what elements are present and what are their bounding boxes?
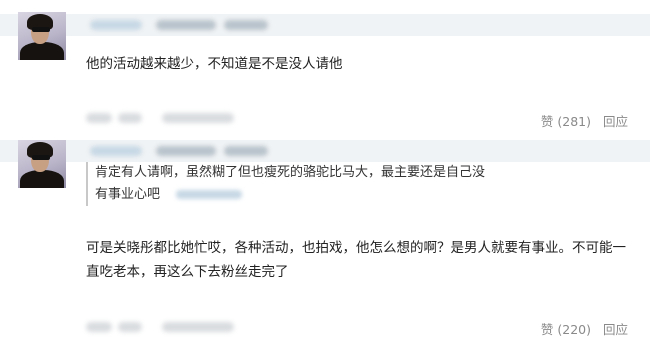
comment-text-line-2: 直吃老本，再这么下去粉丝走完了 [86, 264, 289, 280]
reply-button[interactable]: 回应 [603, 111, 628, 130]
comment-item: 他的活动越来越少，不知道是不是没人请他 赞 (281) 回应 [0, 0, 650, 136]
comment-text: 可是关晓彤都比她忙哎，各种活动，也拍戏，他怎么想的啊？是男人就要有事业。不可能一… [86, 236, 631, 284]
quote-line-1: 肯定有人请啊，虽然糊了但也瘦死的骆驼比马大，最主要还是自己没 [95, 165, 486, 180]
comment-footer-blurred [86, 320, 386, 334]
date-blurred [156, 20, 216, 30]
comment-meta-bar [0, 14, 650, 36]
comment-text: 他的活动越来越少，不知道是不是没人请他 [86, 56, 343, 72]
like-button[interactable]: 赞 (281) [541, 111, 591, 130]
reply-button[interactable]: 回应 [603, 319, 628, 338]
time-blurred [224, 20, 268, 30]
avatar[interactable] [18, 140, 66, 188]
comment-actions: 赞 (220) 回应 [541, 319, 628, 338]
comment-footer-blurred [86, 111, 386, 125]
comment-item: 肯定有人请啊，虽然糊了但也瘦死的骆驼比马大，最主要还是自己没 有事业心吧 可是关… [0, 136, 650, 338]
quote-line-2: 有事业心吧 [95, 187, 161, 202]
comment-meta-bar [0, 140, 650, 162]
avatar[interactable] [18, 12, 66, 60]
username-blurred[interactable] [90, 146, 142, 156]
comment-text-line-1: 可是关晓彤都比她忙哎，各种活动，也拍戏，他怎么想的啊？是男人就要有事业。不可能一 [86, 240, 626, 256]
like-button[interactable]: 赞 (220) [541, 319, 591, 338]
time-blurred [224, 146, 268, 156]
comment-actions: 赞 (281) 回应 [541, 111, 628, 130]
quoted-reply: 肯定有人请啊，虽然糊了但也瘦死的骆驼比马大，最主要还是自己没 有事业心吧 [86, 162, 495, 206]
quoted-username-blurred[interactable] [176, 190, 243, 199]
date-blurred [156, 146, 216, 156]
username-blurred[interactable] [90, 20, 142, 30]
